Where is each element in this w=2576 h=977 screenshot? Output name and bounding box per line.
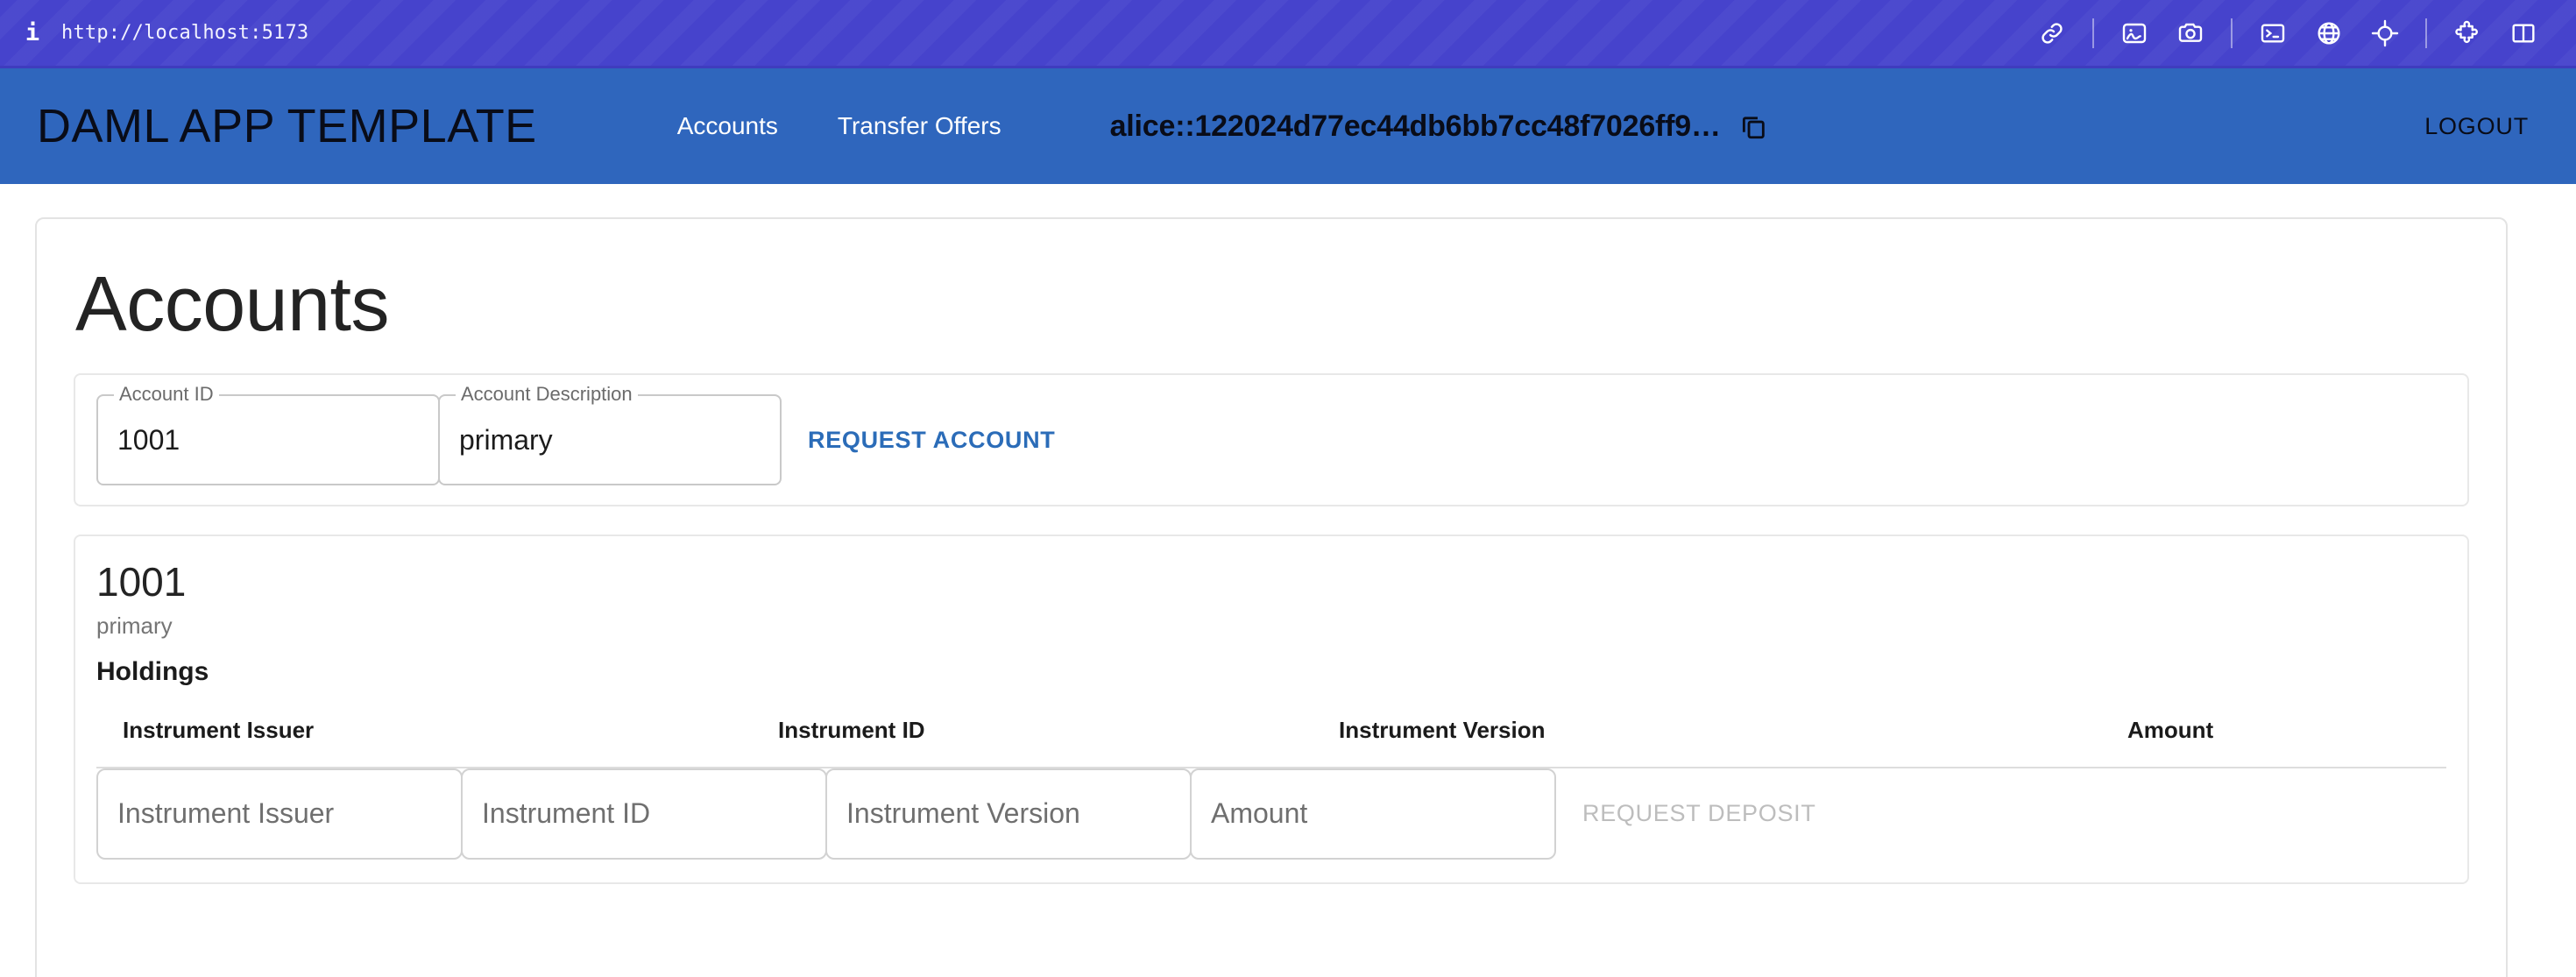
camera-icon[interactable] (2170, 13, 2211, 53)
request-account-button[interactable]: REQUEST ACCOUNT (792, 414, 1072, 466)
party-id-display: alice::122024d77ec44db6bb7cc48f7026ff9… (1110, 108, 1772, 145)
browser-chrome-bar: i http://localhost:5173 (0, 0, 2576, 68)
account-description-label: Account Description (456, 385, 638, 404)
account-card-id: 1001 (96, 559, 187, 605)
new-holding-row: Instrument Issuer Instrument ID Instrume… (96, 768, 2446, 860)
app-bar: DAML APP TEMPLATE Accounts Transfer Offe… (0, 68, 2576, 184)
chrome-toolbar (2024, 13, 2551, 53)
instrument-id-placeholder: Instrument ID (482, 797, 651, 830)
holdings-heading: Holdings (96, 656, 209, 686)
instrument-version-input[interactable]: Instrument Version (825, 768, 1192, 860)
image-icon[interactable] (2114, 13, 2155, 53)
target-icon[interactable] (2365, 13, 2405, 53)
instrument-issuer-placeholder: Instrument Issuer (117, 797, 335, 830)
puzzle-icon[interactable] (2447, 13, 2488, 53)
url-text[interactable]: http://localhost:5173 (61, 22, 308, 44)
account-id-label: Account ID (114, 385, 219, 404)
split-panel-icon[interactable] (2503, 13, 2544, 53)
toolbar-divider (2425, 18, 2427, 48)
account-id-field[interactable]: Account ID 1001 (96, 385, 440, 485)
globe-icon[interactable] (2309, 13, 2349, 53)
page-container: Accounts Account ID 1001 Account Descrip… (35, 217, 2508, 977)
nav-item-transfer-offers[interactable]: Transfer Offers (838, 112, 1001, 140)
account-card-description: primary (96, 612, 173, 639)
column-header-amount: Amount (2127, 716, 2214, 743)
account-id-value: 1001 (117, 423, 180, 456)
link-icon[interactable] (2032, 13, 2072, 53)
toolbar-divider (2092, 18, 2094, 48)
column-header-instrument-version: Instrument Version (1339, 716, 1546, 743)
account-description-value: primary (459, 423, 553, 456)
page-title: Accounts (75, 260, 389, 347)
account-description-field[interactable]: Account Description primary (438, 385, 782, 485)
instrument-issuer-input[interactable]: Instrument Issuer (96, 768, 463, 860)
column-header-instrument-id: Instrument ID (778, 716, 925, 743)
party-id-text: alice::122024d77ec44db6bb7cc48f7026ff9… (1109, 109, 1721, 143)
nav-item-accounts[interactable]: Accounts (677, 112, 778, 140)
copy-icon[interactable] (1735, 108, 1772, 145)
account-card: 1001 primary Holdings Instrument Issuer … (74, 535, 2469, 884)
amount-input[interactable]: Amount (1190, 768, 1556, 860)
logout-button[interactable]: LOGOUT (2416, 106, 2537, 147)
column-header-instrument-issuer: Instrument Issuer (123, 716, 315, 743)
request-deposit-button[interactable]: REQUEST DEPOSIT (1567, 788, 1832, 839)
holdings-table-header: Instrument Issuer Instrument ID Instrume… (96, 717, 2446, 768)
app-title: DAML APP TEMPLATE (37, 100, 537, 152)
instrument-id-input[interactable]: Instrument ID (461, 768, 827, 860)
instrument-version-placeholder: Instrument Version (846, 797, 1080, 830)
info-icon: i (25, 19, 40, 46)
holdings-table: Instrument Issuer Instrument ID Instrume… (96, 717, 2446, 860)
toolbar-divider (2231, 18, 2233, 48)
amount-placeholder: Amount (1211, 797, 1308, 830)
request-account-panel: Account ID 1001 Account Description prim… (74, 373, 2469, 506)
terminal-icon[interactable] (2253, 13, 2293, 53)
main-nav: Accounts Transfer Offers (677, 112, 1061, 140)
